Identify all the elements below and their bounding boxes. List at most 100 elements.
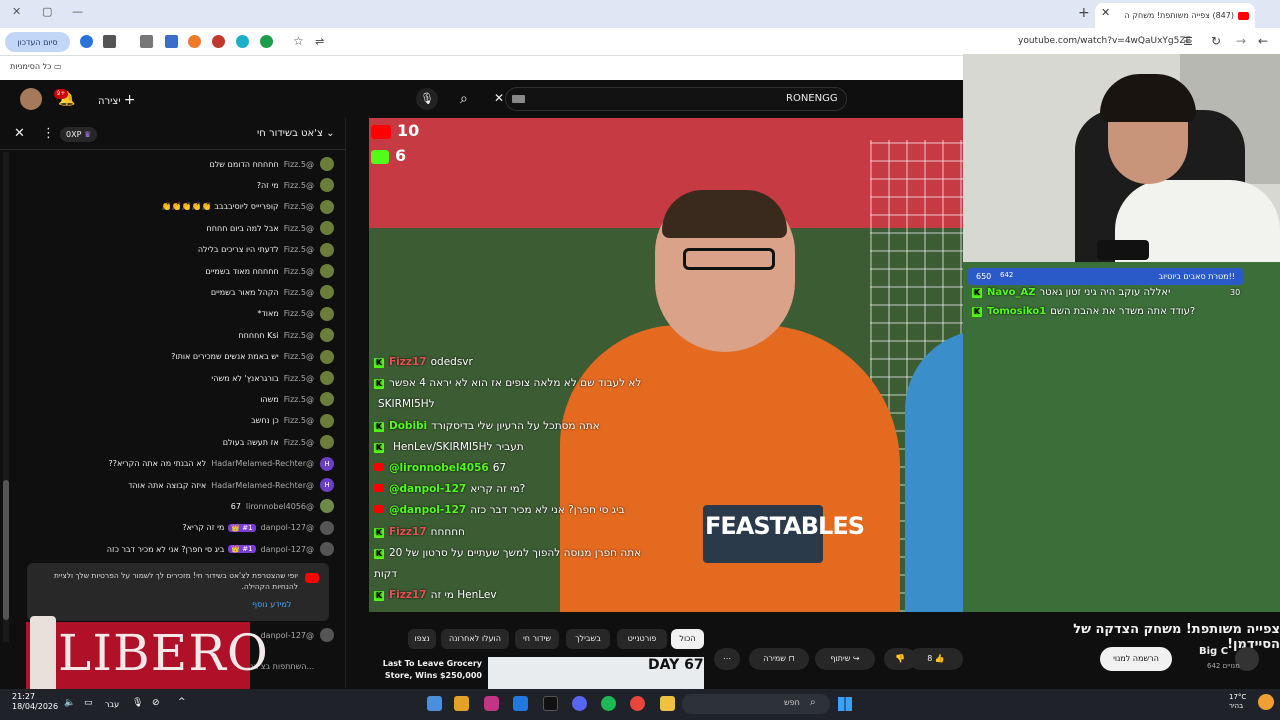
windows-start-icon[interactable] <box>838 697 852 711</box>
window-maximize-icon[interactable]: ▢ <box>42 5 52 18</box>
filter-chip[interactable]: שידור חי <box>515 629 559 649</box>
filter-chip[interactable]: הכול <box>671 629 704 649</box>
chrome-icon[interactable] <box>630 696 645 711</box>
avatar[interactable] <box>320 499 334 514</box>
chat-author[interactable]: @Fizz.5 <box>284 160 314 169</box>
chat-author[interactable]: @Fizz.5 <box>284 416 314 425</box>
like-button[interactable]: 8 👍 <box>909 648 963 670</box>
tune-icon[interactable]: ⇌ <box>315 35 324 48</box>
no-wifi-icon[interactable]: ⊘ <box>152 698 160 708</box>
filter-chip[interactable]: פורטנייט <box>617 629 667 649</box>
browser-tab[interactable]: (847) צפייה משותפת! משחק ה <box>1095 3 1255 28</box>
chat-author[interactable]: @Fizz.5 <box>284 288 314 297</box>
extension-icon[interactable] <box>236 35 249 48</box>
chat-author[interactable]: @Fizz.5 <box>284 352 314 361</box>
chat-scrollbar-thumb[interactable] <box>3 480 9 620</box>
terminal-icon[interactable] <box>543 696 558 711</box>
spotify-icon[interactable] <box>601 696 616 711</box>
avatar[interactable] <box>320 413 334 428</box>
all-bookmarks[interactable]: כל הסימניות ▭ <box>10 62 62 71</box>
avatar[interactable] <box>320 157 334 171</box>
file-explorer-icon[interactable] <box>660 696 675 711</box>
recommended-title[interactable]: Last To Leave Grocery Store, Wins $250,0… <box>362 658 482 682</box>
chat-author[interactable]: @HadarMelamed-Rechter <box>211 481 314 490</box>
chat-title[interactable]: צ'אט בשידור חי ⌄ <box>257 128 335 139</box>
chevron-up-icon[interactable]: ^ <box>178 697 186 707</box>
more-options-icon[interactable]: ⋮ <box>42 126 55 141</box>
discord-icon[interactable] <box>572 696 587 711</box>
share-button[interactable]: שיתוף ↪ <box>815 648 875 670</box>
chat-author[interactable]: @danpol-127 <box>261 523 314 532</box>
close-chat-icon[interactable]: ✕ <box>14 126 25 141</box>
site-settings-icon[interactable]: ☰ <box>1183 35 1193 48</box>
extension-icon[interactable] <box>212 35 225 48</box>
avatar[interactable] <box>320 242 334 257</box>
chat-author[interactable]: @HadarMelamed-Rechter <box>211 459 314 468</box>
channel-name[interactable]: Big C <box>1199 646 1228 657</box>
avatar[interactable] <box>320 435 334 450</box>
end-session-button[interactable]: סיום העדכון <box>5 32 70 52</box>
dislike-button[interactable]: 👎 <box>884 648 916 670</box>
create-button[interactable]: יצירה + <box>98 92 136 108</box>
language-indicator[interactable]: עבר <box>105 700 119 709</box>
extension-icon[interactable] <box>103 35 116 48</box>
notepad-icon[interactable] <box>427 696 442 711</box>
new-tab-icon[interactable]: + <box>1078 5 1090 21</box>
chat-author[interactable]: @Fizz.5 <box>284 224 314 233</box>
extension-icon[interactable] <box>260 35 273 48</box>
avatar[interactable] <box>320 306 334 321</box>
voice-search-icon[interactable]: 🎙 <box>416 88 438 110</box>
extension-icon[interactable] <box>140 35 153 48</box>
chat-author[interactable]: @lironnobel4056 <box>246 502 314 511</box>
volume-icon[interactable]: 🔈 <box>64 698 75 708</box>
taskbar-search[interactable]: חפש ⌕ <box>682 694 830 714</box>
microphone-icon[interactable]: 🎙 <box>132 698 143 708</box>
chat-author[interactable]: @Fizz.5 <box>284 395 314 404</box>
avatar[interactable] <box>320 371 334 385</box>
avatar[interactable]: H <box>320 478 334 492</box>
chat-author[interactable]: @danpol-127 <box>261 545 314 554</box>
reload-icon[interactable]: ↻ <box>1211 34 1221 48</box>
clear-search-icon[interactable]: ✕ <box>494 91 504 105</box>
url-text[interactable]: youtube.com/watch?v=4wQaUxYg5ZE <box>1018 36 1191 46</box>
weather-widget[interactable]: 17°C בהיר <box>1229 693 1246 711</box>
chat-author[interactable]: @Fizz.5 <box>284 181 314 190</box>
window-minimize-icon[interactable]: — <box>72 5 83 18</box>
back-icon[interactable]: ← <box>1258 34 1268 48</box>
network-icon[interactable]: ▭ <box>84 698 93 708</box>
xp-badge[interactable]: 0XP ♛ <box>60 127 98 142</box>
close-tab-icon[interactable]: ✕ <box>1101 6 1110 19</box>
avatar[interactable] <box>320 221 334 236</box>
extension-icon[interactable] <box>80 35 93 48</box>
avatar[interactable] <box>320 264 334 278</box>
avatar[interactable] <box>320 392 334 407</box>
chat-author[interactable]: @Fizz.5 <box>284 202 314 211</box>
avatar[interactable] <box>320 285 334 300</box>
forward-icon[interactable]: → <box>1236 34 1246 48</box>
filter-chip[interactable]: בשבילך <box>566 629 610 649</box>
learn-more-link[interactable]: למידע נוסף <box>252 600 291 609</box>
chat-author[interactable]: @Fizz.5 <box>284 309 314 318</box>
clock[interactable]: 21:27 18/04/2026 <box>12 692 58 712</box>
subscribe-button[interactable]: הרשמה למנוי <box>1100 647 1172 671</box>
search-icon[interactable]: ⌕ <box>460 91 476 107</box>
instagram-icon[interactable] <box>484 696 499 711</box>
app-icon[interactable] <box>454 696 469 711</box>
chat-author[interactable]: @Fizz.5 <box>284 331 314 340</box>
filter-chip[interactable]: הועלו לאחרונה <box>441 629 509 649</box>
filter-chip[interactable]: נצפו <box>408 629 436 649</box>
bookmark-star-icon[interactable]: ☆ <box>293 34 304 48</box>
avatar[interactable] <box>320 520 334 535</box>
extension-icon[interactable] <box>165 35 178 48</box>
keyboard-icon[interactable] <box>512 95 525 103</box>
apps-icon[interactable] <box>513 696 528 711</box>
more-actions-button[interactable]: ⋯ <box>714 648 740 670</box>
chat-author[interactable]: @Fizz.5 <box>284 438 314 447</box>
avatar[interactable] <box>320 349 334 364</box>
chat-author[interactable]: @Fizz.5 <box>284 374 314 383</box>
avatar[interactable]: H <box>320 456 334 471</box>
chat-author[interactable]: @Fizz.5 <box>284 245 314 254</box>
chat-author[interactable]: @Fizz.5 <box>284 267 314 276</box>
avatar[interactable] <box>320 199 334 214</box>
avatar[interactable] <box>20 88 42 110</box>
